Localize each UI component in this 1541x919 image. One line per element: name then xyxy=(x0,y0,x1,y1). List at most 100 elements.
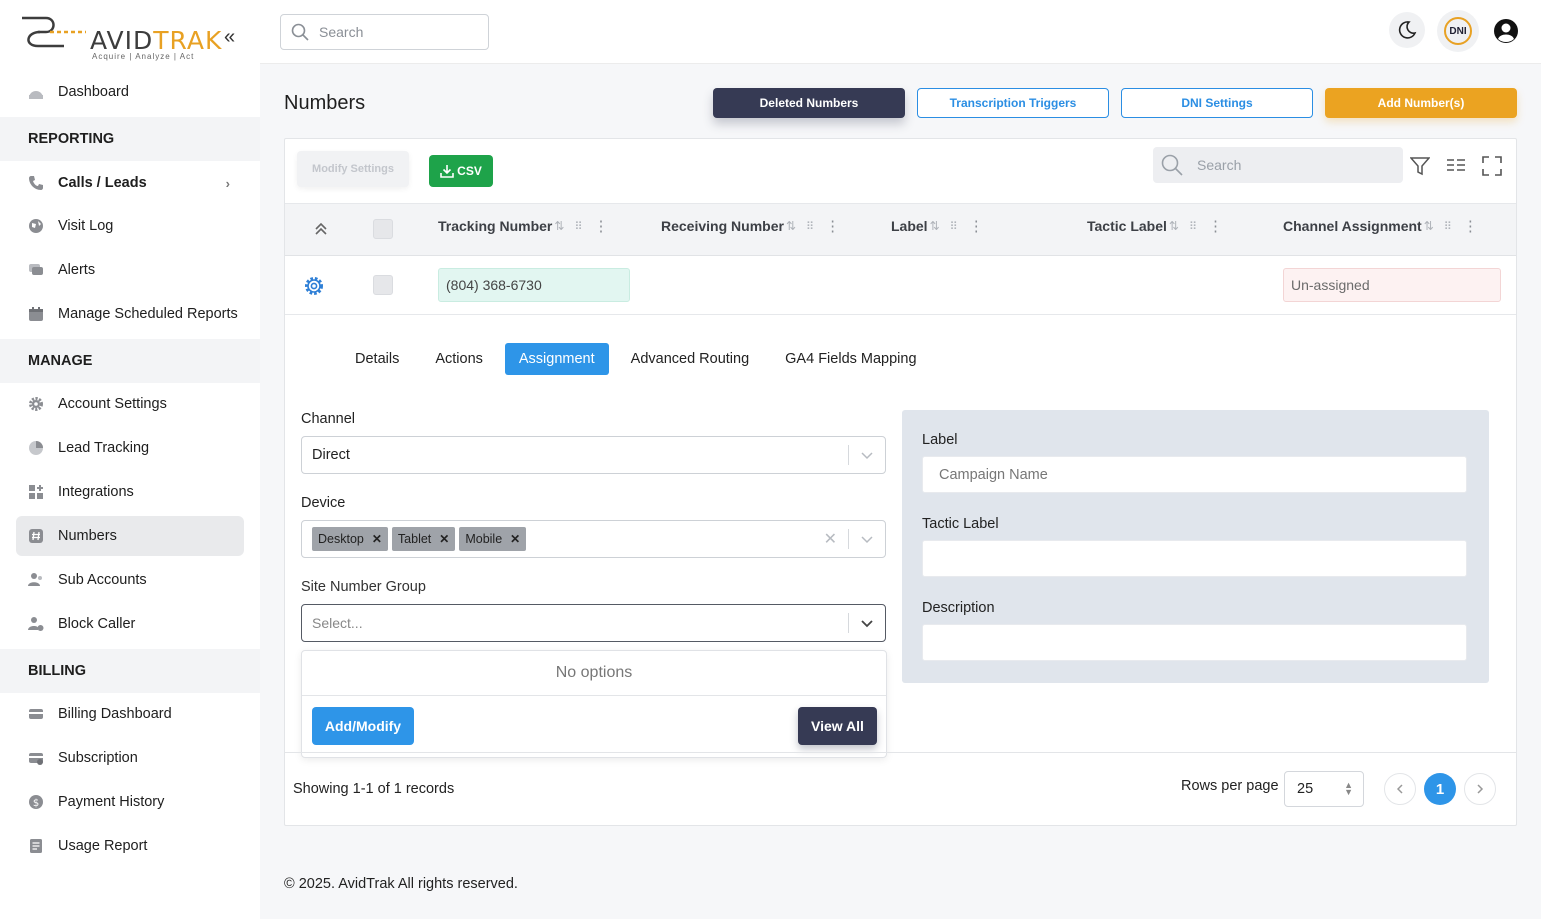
dark-mode-toggle[interactable] xyxy=(1389,12,1425,48)
sort-icon: ⇅ xyxy=(554,219,565,233)
collapse-all-icon[interactable] xyxy=(313,221,329,237)
sidebar-item-block-caller[interactable]: Block Caller xyxy=(16,604,244,644)
topbar: Search DNI xyxy=(260,0,1541,64)
sidebar-item-label: Numbers xyxy=(58,528,117,544)
dni-button[interactable]: DNI xyxy=(1437,10,1479,52)
modify-settings-button[interactable]: Modify Settings xyxy=(297,151,409,187)
sidebar-item-label: Subscription xyxy=(58,750,138,766)
card-gear-icon xyxy=(28,750,44,766)
sidebar-item-account-settings[interactable]: Account Settings xyxy=(16,384,244,424)
sidebar-item-integrations[interactable]: Integrations xyxy=(16,472,244,512)
calendar-icon xyxy=(28,306,44,322)
chevron-down-icon xyxy=(861,452,873,460)
sidebar-item-dashboard[interactable]: Dashboard xyxy=(16,72,244,112)
collapse-sidebar-icon[interactable]: « xyxy=(224,26,235,49)
pie-icon xyxy=(28,440,44,456)
column-header-tactic-label[interactable]: Tactic Label ⇅ ⠿ ⋮ xyxy=(1087,217,1223,235)
clear-all-icon[interactable]: ✕ xyxy=(824,529,837,549)
sidebar-item-label: Billing Dashboard xyxy=(58,706,172,722)
sidebar-item-numbers[interactable]: Numbers xyxy=(16,516,244,556)
filter-icon[interactable] xyxy=(1409,155,1431,177)
chat-icon xyxy=(28,262,44,278)
next-page-button[interactable] xyxy=(1464,773,1496,805)
chevron-down-icon xyxy=(861,536,873,544)
campaign-name-input[interactable]: Campaign Name xyxy=(922,456,1467,493)
dni-settings-button[interactable]: DNI Settings xyxy=(1121,88,1313,118)
dashboard-icon xyxy=(28,84,44,100)
remove-chip-icon[interactable]: ✕ xyxy=(510,532,520,546)
description-input[interactable] xyxy=(922,624,1467,661)
sidebar-item-scheduled-reports[interactable]: Manage Scheduled Reports xyxy=(16,294,244,334)
sort-icon: ⇅ xyxy=(1423,219,1434,233)
prev-page-button[interactable] xyxy=(1384,773,1416,805)
select-all-checkbox[interactable] xyxy=(373,219,393,239)
column-header-label[interactable]: Label ⇅ ⠿ ⋮ xyxy=(891,217,984,235)
channel-select[interactable]: Direct xyxy=(301,436,886,474)
tab-actions[interactable]: Actions xyxy=(421,343,497,375)
tab-details[interactable]: Details xyxy=(341,343,413,375)
sidebar-item-visit-log[interactable]: Visit Log xyxy=(16,206,244,246)
sidebar-item-subscription[interactable]: Subscription xyxy=(16,738,244,778)
tracking-number-cell[interactable]: (804) 368-6730 xyxy=(438,268,630,302)
channel-value: Direct xyxy=(312,447,350,463)
remove-chip-icon[interactable]: ✕ xyxy=(439,532,449,546)
sidebar-item-label: Usage Report xyxy=(58,838,148,854)
download-icon xyxy=(440,165,454,178)
site-number-group-select[interactable]: Select... xyxy=(301,604,886,642)
page-1-button[interactable]: 1 xyxy=(1424,773,1456,805)
numbers-table-card: Modify Settings CSV Search Tracking Numb… xyxy=(284,138,1517,826)
table-search-input[interactable]: Search xyxy=(1153,147,1403,183)
drag-handle-icon: ⠿ xyxy=(1443,220,1452,233)
row-checkbox[interactable] xyxy=(373,275,393,295)
sidebar-item-label: Account Settings xyxy=(58,396,167,412)
remove-chip-icon[interactable]: ✕ xyxy=(372,532,382,546)
view-all-button[interactable]: View All xyxy=(798,707,877,745)
logo-wordmark: AVIDTRAK xyxy=(90,26,223,55)
sidebar-item-label: Calls / Leads xyxy=(58,175,147,191)
description-field-label: Description xyxy=(922,600,995,616)
no-options-text: No options xyxy=(302,651,886,696)
csv-label: CSV xyxy=(457,164,482,178)
tactic-label-input[interactable] xyxy=(922,540,1467,577)
table-header: Tracking Number ⇅ ⠿ ⋮ Receiving Number ⇅ ⠿ ⋮ L… xyxy=(285,203,1516,256)
tab-advanced-routing[interactable]: Advanced Routing xyxy=(617,343,764,375)
sidebar-item-calls-leads[interactable]: Calls / Leads › xyxy=(16,163,244,203)
sidebar-item-usage-report[interactable]: Usage Report xyxy=(16,826,244,866)
chevron-right-icon xyxy=(1477,784,1484,794)
add-modify-button[interactable]: Add/Modify xyxy=(312,707,414,745)
search-placeholder: Search xyxy=(1197,157,1242,173)
row-settings-gear-icon[interactable] xyxy=(303,275,325,297)
tab-ga4-fields-mapping[interactable]: GA4 Fields Mapping xyxy=(771,343,930,375)
moon-icon xyxy=(1398,21,1417,39)
sidebar-item-billing-dashboard[interactable]: Billing Dashboard xyxy=(16,694,244,734)
column-header-tracking-number[interactable]: Tracking Number ⇅ ⠿ ⋮ xyxy=(438,217,609,235)
sidebar-item-sub-accounts[interactable]: Sub Accounts xyxy=(16,560,244,600)
channel-assignment-cell: Un-assigned xyxy=(1283,268,1501,302)
sidebar-item-label: Lead Tracking xyxy=(58,440,150,456)
sidebar-item-label: Dashboard xyxy=(58,84,129,100)
global-search-input[interactable]: Search xyxy=(280,14,489,50)
grid-plus-icon xyxy=(28,484,44,500)
label-field-label: Label xyxy=(922,432,958,448)
deleted-numbers-button[interactable]: Deleted Numbers xyxy=(713,88,905,118)
stepper-icon: ▲ ▼ xyxy=(1344,780,1353,797)
column-header-receiving-number[interactable]: Receiving Number ⇅ ⠿ ⋮ xyxy=(661,217,840,235)
sidebar-item-alerts[interactable]: Alerts xyxy=(16,250,244,290)
avidtrak-logo[interactable]: AVIDTRAK Acquire | Analyze | Act xyxy=(20,12,223,62)
device-multiselect[interactable]: Desktop ✕ Tablet ✕ Mobile ✕ ✕ xyxy=(301,520,886,558)
rows-per-page-select[interactable]: 25 ▲ ▼ xyxy=(1284,771,1364,807)
column-header-channel-assignment[interactable]: Channel Assignment ⇅ ⠿ ⋮ xyxy=(1283,217,1478,235)
fullscreen-icon[interactable] xyxy=(1481,155,1503,177)
transcription-triggers-button[interactable]: Transcription Triggers xyxy=(917,88,1109,118)
user-account-icon[interactable] xyxy=(1493,18,1519,44)
rows-per-page-label: Rows per page xyxy=(1181,778,1279,794)
card-icon xyxy=(28,706,44,722)
add-numbers-button[interactable]: Add Number(s) xyxy=(1325,88,1517,118)
section-reporting: REPORTING xyxy=(0,117,260,161)
sidebar-item-payment-history[interactable]: $ Payment History xyxy=(16,782,244,822)
column-menu-icon: ⋮ xyxy=(1462,218,1478,235)
columns-icon[interactable] xyxy=(1445,155,1467,177)
tab-assignment[interactable]: Assignment xyxy=(504,343,609,375)
csv-export-button[interactable]: CSV xyxy=(429,155,493,187)
sidebar-item-lead-tracking[interactable]: Lead Tracking xyxy=(16,428,244,468)
